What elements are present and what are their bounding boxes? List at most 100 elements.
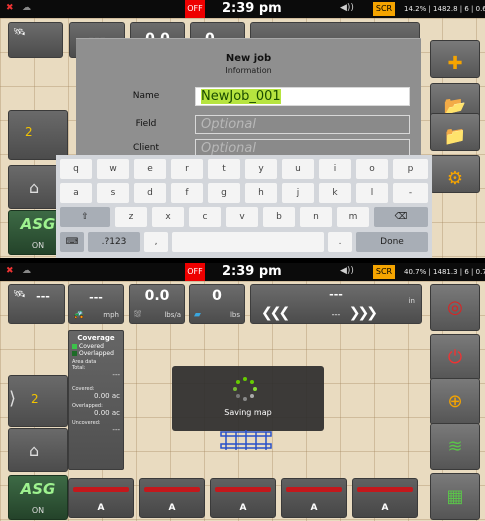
section-count: 2 [31, 392, 39, 406]
done-key[interactable]: Done [356, 232, 428, 252]
backspace-key[interactable]: ⌫ [374, 207, 428, 227]
key-h[interactable]: h [245, 183, 277, 203]
save-folder-button[interactable]: 📁 [430, 113, 480, 151]
weight-tile[interactable]: 0 ▰ lbs [189, 284, 245, 324]
key-v[interactable]: v [226, 207, 258, 227]
legend-overlapped: Overlapped [72, 350, 114, 357]
home-button[interactable]: ⌂ [8, 428, 68, 472]
key-g[interactable]: g [208, 183, 240, 203]
key-s[interactable]: s [97, 183, 129, 203]
volume-icon[interactable]: ◀)) [340, 266, 354, 276]
name-input[interactable]: NewJob_001 [195, 87, 410, 106]
name-label: Name [132, 91, 160, 101]
guidance-tile[interactable]: --- in ❮❮❮ --- ❯❯❯ [250, 284, 422, 324]
volume-icon[interactable]: ◀)) [340, 3, 354, 13]
section-1[interactable]: A [68, 478, 134, 518]
key-n[interactable]: n [300, 207, 332, 227]
sections-icon: ⊕ [447, 391, 463, 412]
spreader-icon: ⛆ [134, 310, 142, 320]
covered-row: Covered: 0.00 ac [72, 386, 120, 400]
section-control-button[interactable]: ⊕ [430, 378, 480, 425]
sidebar-toggle[interactable]: 2 [8, 110, 68, 160]
status-stats: 14.2% | 1482.8 | 6 | 0.68 [404, 5, 485, 13]
saving-map-text: Saving map [224, 408, 272, 417]
section-count: 2 [25, 125, 33, 139]
key-t[interactable]: t [208, 159, 240, 179]
legend-covered: Covered [72, 343, 104, 350]
chevron-left-icon: ⟩ [9, 388, 17, 409]
keyboard-icon: ⌨ [65, 237, 79, 247]
steering-button[interactable]: ◎ [430, 284, 480, 331]
key-w[interactable]: w [97, 159, 129, 179]
map-icon: ▦ [446, 486, 464, 507]
section-2[interactable]: A [139, 478, 205, 518]
section-4[interactable]: A [281, 478, 347, 518]
key-x[interactable]: x [152, 207, 184, 227]
backspace-icon: ⌫ [394, 212, 408, 222]
status-bar: ✖ ☁ OFF 2:39 pm ◀)) SCR 40.7% | 1481.3 |… [0, 263, 485, 281]
field-input[interactable]: Optional [195, 115, 410, 134]
steer-right-icon: ❯❯❯ [348, 305, 378, 321]
key-m[interactable]: m [337, 207, 369, 227]
numbers-key[interactable]: .?123 [88, 232, 140, 252]
key-y[interactable]: y [245, 159, 277, 179]
section-3[interactable]: A [210, 478, 276, 518]
field-label: Field [135, 119, 157, 129]
key-comma[interactable]: , [144, 232, 168, 252]
saving-map-screen: ✖ ☁ OFF 2:39 pm ◀)) SCR 40.7% | 1481.3 |… [0, 263, 485, 521]
on-screen-keyboard: q w e r t y u i o p a s d f g h j k l - … [56, 155, 432, 258]
coverage-title: Coverage [77, 334, 115, 342]
satellite-icon: 🛰 [13, 27, 26, 38]
overlapped-row: Overlapped: 0.00 ac [72, 403, 120, 417]
shift-icon: ⇧ [81, 212, 89, 222]
key-b[interactable]: b [263, 207, 295, 227]
key-e[interactable]: e [134, 159, 166, 179]
speed-tile[interactable]: --- 🚜 mph [68, 284, 124, 324]
dialog-subtitle: Information [225, 66, 272, 75]
key-q[interactable]: q [60, 159, 92, 179]
key-l[interactable]: l [356, 183, 388, 203]
key-k[interactable]: k [319, 183, 351, 203]
key-i[interactable]: i [319, 159, 351, 179]
gps-icon: ✖ [6, 3, 14, 13]
home-icon: ⌂ [29, 178, 40, 197]
key-c[interactable]: c [189, 207, 221, 227]
speed-value: --- [89, 291, 103, 304]
key-dash[interactable]: - [393, 183, 428, 203]
coverage-panel[interactable]: Coverage Covered Overlapped Area data To… [68, 330, 124, 470]
key-f[interactable]: f [171, 183, 203, 203]
key-period[interactable]: . [328, 232, 352, 252]
offset-value: --- [329, 288, 343, 301]
key-o[interactable]: o [356, 159, 388, 179]
shift-key[interactable]: ⇧ [60, 207, 110, 227]
new-job-screen: ✖ ☁ OFF 2:39 pm ◀)) SCR 14.2% | 1482.8 |… [0, 0, 485, 258]
scr-badge[interactable]: SCR [373, 2, 395, 16]
keyboard-settings-key[interactable]: ⌨ [60, 232, 84, 252]
gps-tile[interactable]: 🛰 --- [8, 284, 65, 324]
hitch-button[interactable]: ⏻ [430, 334, 480, 381]
gps-value: --- [36, 290, 50, 303]
key-d[interactable]: d [134, 183, 166, 203]
add-button[interactable]: ✚ [430, 40, 480, 78]
gps-tile[interactable]: 🛰 [8, 22, 63, 58]
section-5[interactable]: A [352, 478, 418, 518]
key-a[interactable]: a [60, 183, 92, 203]
sidebar-toggle[interactable]: ⟩ 2 [8, 375, 68, 427]
guidance-lines-button[interactable]: ≋ [430, 423, 480, 470]
cloud-icon: ☁ [22, 266, 31, 276]
rate-tile[interactable]: 0.0 ⛆ lbs/a [129, 284, 185, 324]
key-r[interactable]: r [171, 159, 203, 179]
gps-icon: ✖ [6, 266, 14, 276]
space-key[interactable] [172, 232, 324, 252]
key-p[interactable]: p [393, 159, 428, 179]
gear-icon: ⚙ [446, 168, 464, 189]
scr-badge[interactable]: SCR [373, 265, 395, 279]
key-z[interactable]: z [115, 207, 147, 227]
asg-button[interactable]: ASG ON [8, 475, 68, 520]
settings-button[interactable]: ⚙ [430, 155, 480, 193]
map-button[interactable]: ▦ [430, 473, 480, 520]
key-u[interactable]: u [282, 159, 314, 179]
key-j[interactable]: j [282, 183, 314, 203]
uncovered-row: Uncovered: --- [72, 420, 120, 434]
loading-spinner-icon [233, 377, 257, 401]
